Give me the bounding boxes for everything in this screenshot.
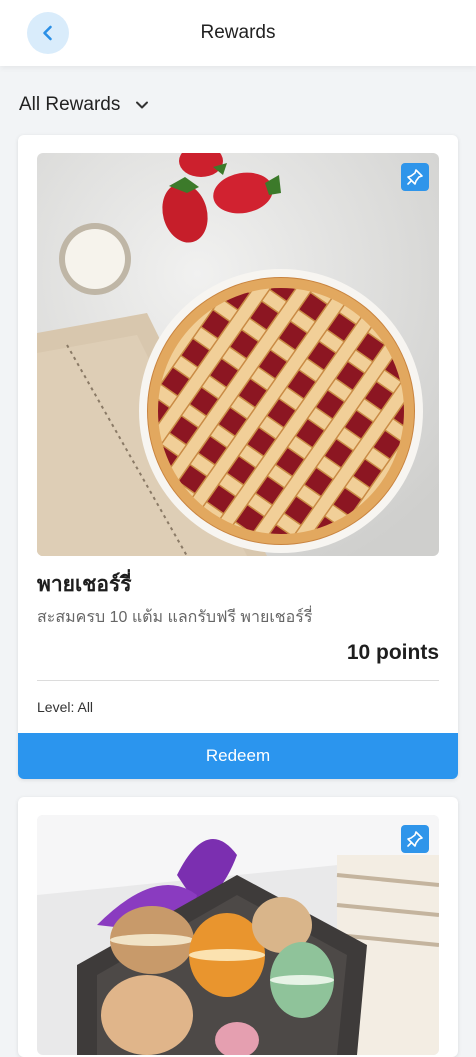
- page-title: Rewards: [200, 22, 276, 43]
- chevron-left-icon: [43, 25, 52, 41]
- redeem-button[interactable]: Redeem: [18, 733, 458, 779]
- reward-description: สะสมครบ 10 แต้ม แลกรับฟรี พายเชอร์รี่: [37, 609, 313, 626]
- back-button[interactable]: [27, 12, 69, 54]
- cherry-pie-photo: [37, 153, 439, 556]
- reward-card[interactable]: [18, 797, 458, 1057]
- app-header: Rewards: [0, 0, 476, 66]
- rewards-filter-dropdown[interactable]: All Rewards: [19, 90, 150, 120]
- divider: [37, 680, 439, 681]
- reward-image: [37, 815, 439, 1055]
- chevron-down-icon: [136, 101, 149, 109]
- pin-icon: [407, 169, 423, 185]
- macarons-gift-box-photo: [37, 815, 439, 1055]
- pin-button[interactable]: [401, 163, 429, 191]
- reward-image: [37, 153, 439, 556]
- reward-card[interactable]: พายเชอร์รี่ สะสมครบ 10 แต้ม แลกรับฟรี พา…: [18, 135, 458, 779]
- pin-button[interactable]: [401, 825, 429, 853]
- reward-title: พายเชอร์รี่: [37, 573, 132, 596]
- filter-label: All Rewards: [19, 94, 121, 115]
- pin-icon: [407, 831, 423, 847]
- reward-level: Level: All: [37, 699, 94, 715]
- reward-points: 10 points: [346, 641, 439, 664]
